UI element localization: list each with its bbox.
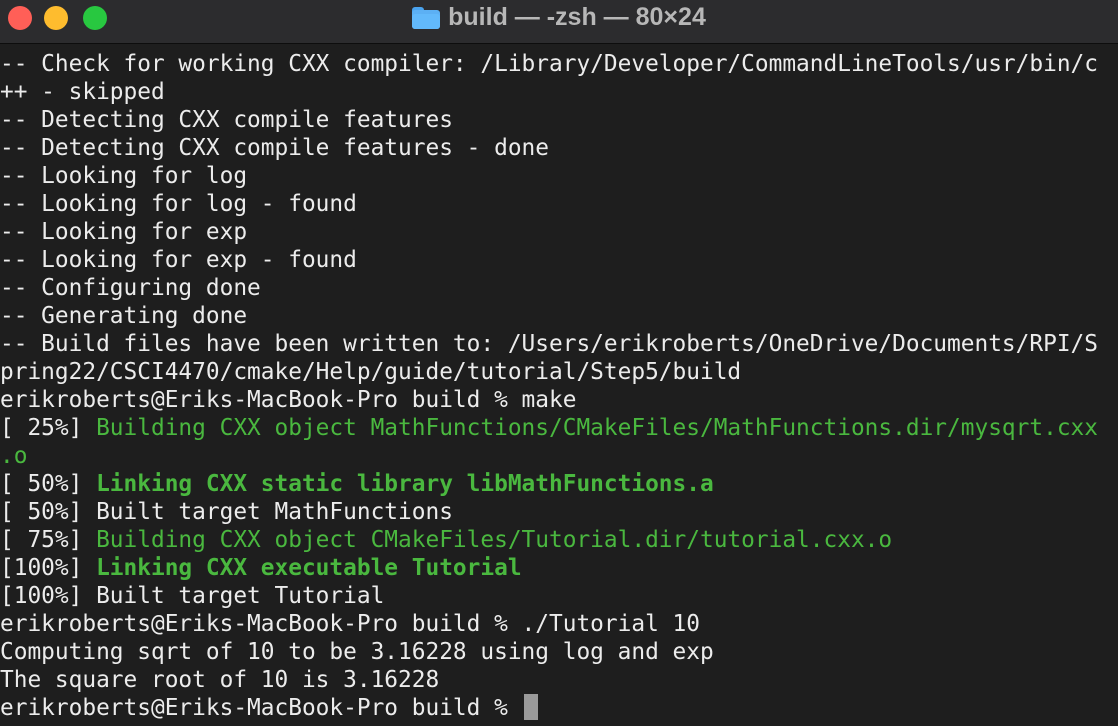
folder-icon — [412, 7, 441, 29]
terminal-text: -- Configuring done — [0, 275, 261, 301]
terminal-line: [ 50%] Built target MathFunctions — [0, 498, 1118, 526]
terminal-text: Building CXX object MathFunctions/CMakeF… — [96, 415, 1098, 441]
terminal-line: [ 75%] Building CXX object CMakeFiles/Tu… — [0, 526, 1118, 554]
terminal-line: erikroberts@Eriks-MacBook-Pro build % ./… — [0, 610, 1118, 638]
terminal-line: [ 50%] Linking CXX static library libMat… — [0, 470, 1118, 498]
terminal-text: -- Check for working CXX compiler: /Libr… — [0, 51, 1098, 77]
terminal-text: -- Looking for exp - found — [0, 247, 357, 273]
terminal-text: -- Detecting CXX compile features - done — [0, 135, 549, 161]
terminal-line: -- Looking for log — [0, 162, 1118, 190]
terminal-line: -- Build files have been written to: /Us… — [0, 330, 1118, 358]
terminal-text: The square root of 10 is 3.16228 — [0, 667, 440, 693]
window-title-area: build — -zsh — 80×24 — [0, 0, 1118, 34]
terminal-text: -- Looking for log - found — [0, 191, 357, 217]
terminal-line: [100%] Built target Tutorial — [0, 582, 1118, 610]
terminal-text: [ 50%] Built target MathFunctions — [0, 499, 453, 525]
terminal-line: The square root of 10 is 3.16228 — [0, 666, 1118, 694]
shell-prompt: erikroberts@Eriks-MacBook-Pro build % — [0, 695, 522, 721]
terminal-text: Linking CXX static library libMathFuncti… — [96, 471, 714, 497]
terminal-line: -- Looking for log - found — [0, 190, 1118, 218]
terminal-line: Computing sqrt of 10 to be 3.16228 using… — [0, 638, 1118, 666]
terminal-line: -- Generating done — [0, 302, 1118, 330]
window-title: build — -zsh — 80×24 — [448, 2, 706, 31]
terminal-line: -- Looking for exp - found — [0, 246, 1118, 274]
terminal-line: erikroberts@Eriks-MacBook-Pro build % ma… — [0, 386, 1118, 414]
terminal-line: -- Detecting CXX compile features — [0, 106, 1118, 134]
terminal-text: Linking CXX executable Tutorial — [96, 555, 522, 581]
terminal-line: .o — [0, 442, 1118, 470]
terminal-text: pring22/CSCI4470/cmake/Help/guide/tutori… — [0, 359, 742, 385]
terminal-text: -- Looking for exp — [0, 219, 248, 245]
terminal-text: ++ - skipped — [0, 79, 165, 105]
terminal-line: pring22/CSCI4470/cmake/Help/guide/tutori… — [0, 358, 1118, 386]
terminal-text: -- Build files have been written to: /Us… — [0, 331, 1098, 357]
terminal-text: [ 50%] — [0, 471, 97, 497]
terminal-text: -- Looking for log — [0, 163, 248, 189]
terminal-line: -- Configuring done — [0, 274, 1118, 302]
terminal-text: Computing sqrt of 10 to be 3.16228 using… — [0, 639, 714, 665]
terminal-line: -- Check for working CXX compiler: /Libr… — [0, 50, 1118, 78]
terminal-line: ++ - skipped — [0, 78, 1118, 106]
terminal-output[interactable]: -- Check for working CXX compiler: /Libr… — [0, 50, 1118, 726]
terminal-window: build — -zsh — 80×24 -- Check for workin… — [0, 0, 1118, 726]
terminal-text: [ 75%] — [0, 527, 97, 553]
terminal-text: .o — [0, 443, 28, 469]
title-bar[interactable]: build — -zsh — 80×24 — [0, 0, 1118, 44]
terminal-text: -- Detecting CXX compile features — [0, 107, 453, 133]
terminal-text: erikroberts@Eriks-MacBook-Pro build % ./… — [0, 611, 700, 637]
terminal-text: [100%] — [0, 555, 97, 581]
prompt-line[interactable]: erikroberts@Eriks-MacBook-Pro build % — [0, 694, 1118, 722]
terminal-text: Building CXX object CMakeFiles/Tutorial.… — [96, 527, 893, 553]
terminal-line: [100%] Linking CXX executable Tutorial — [0, 554, 1118, 582]
terminal-text: [ 25%] — [0, 415, 97, 441]
terminal-text: [100%] Built target Tutorial — [0, 583, 385, 609]
text-cursor — [523, 694, 538, 720]
terminal-line: -- Looking for exp — [0, 218, 1118, 246]
terminal-text: -- Generating done — [0, 303, 248, 329]
terminal-line: [ 25%] Building CXX object MathFunctions… — [0, 414, 1118, 442]
terminal-text: erikroberts@Eriks-MacBook-Pro build % ma… — [0, 387, 577, 413]
terminal-line: -- Detecting CXX compile features - done — [0, 134, 1118, 162]
